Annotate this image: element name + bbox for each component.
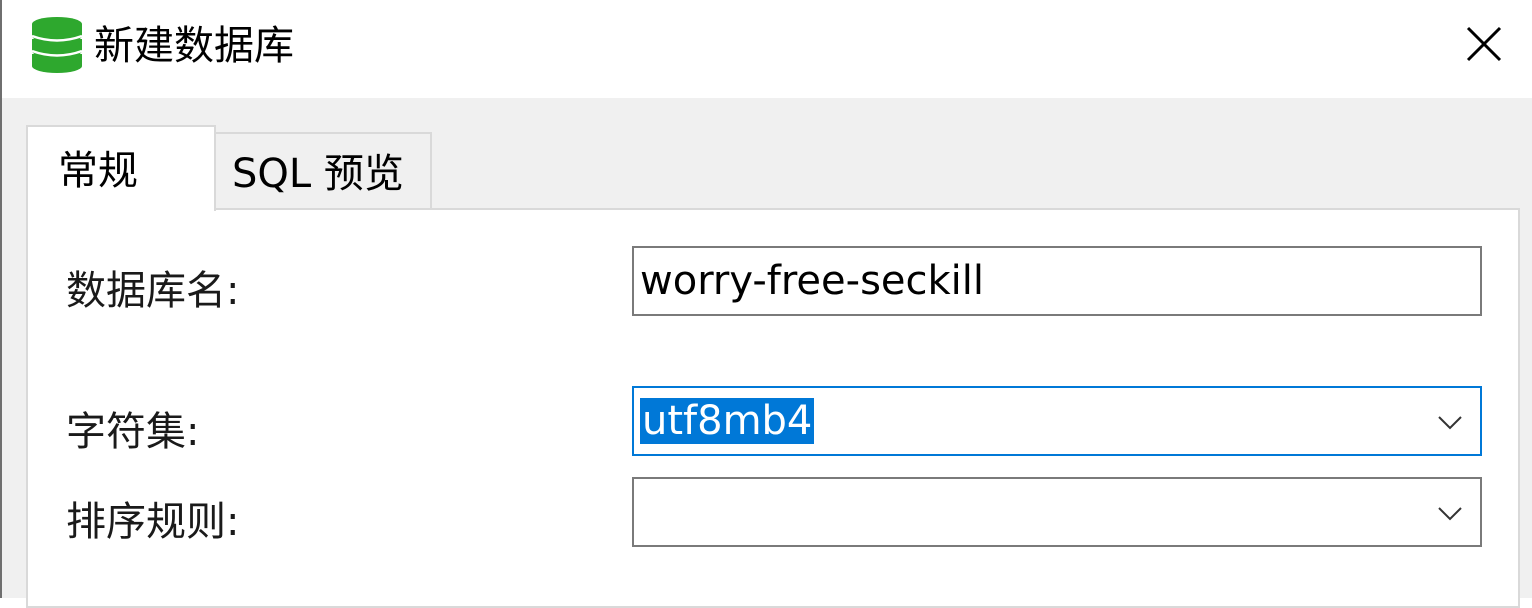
close-icon [1466,26,1502,62]
db-name-input[interactable]: worry-free-seckill [632,246,1482,316]
chevron-down-icon [1438,416,1462,430]
charset-value-wrap: utf8mb4 [640,396,815,446]
tab-general-label: 常规 [58,148,138,194]
chevron-down-icon [1438,507,1462,521]
charset-select[interactable]: utf8mb4 [632,386,1482,456]
charset-label: 字符集: [66,409,200,455]
database-icon [31,17,83,73]
collation-label: 排序规则: [66,499,240,545]
close-button[interactable] [1454,18,1514,74]
db-name-value: worry-free-seckill [640,258,985,304]
collation-select[interactable] [632,477,1482,547]
tab-general[interactable]: 常规 [26,125,216,211]
charset-value: utf8mb4 [640,398,815,444]
tab-sql-preview-label: SQL 预览 [232,151,404,197]
dialog-title: 新建数据库 [94,23,294,69]
tab-sql-preview[interactable]: SQL 预览 [214,132,432,208]
new-database-dialog: 新建数据库 常规 SQL 预览 数据库名: worry-free-seckill… [0,0,1532,608]
db-name-label: 数据库名: [66,268,240,314]
title-bar: 新建数据库 [2,0,1532,98]
